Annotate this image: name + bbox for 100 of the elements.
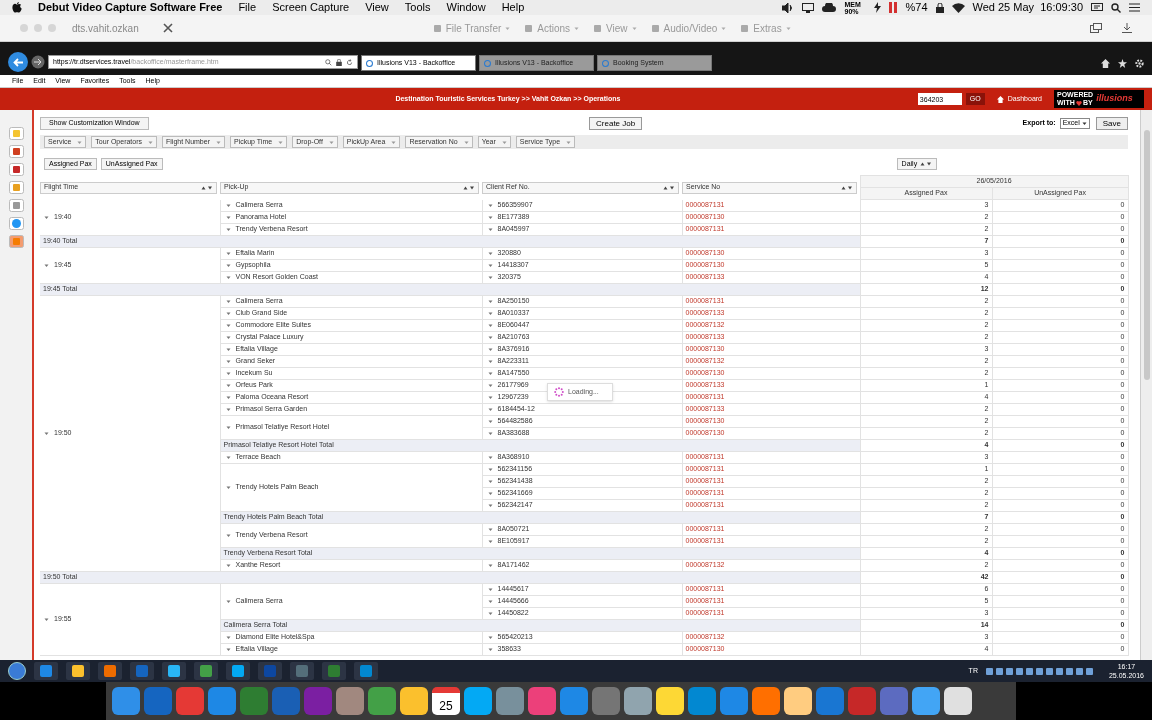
back-button[interactable] [8,52,28,72]
menu-item[interactable]: Window [446,0,486,16]
sidebar-tool-icon[interactable] [8,145,24,158]
dock-app-icon[interactable] [656,687,684,715]
spinner-icon [554,387,564,397]
caret-icon [225,227,231,232]
home-icon[interactable] [1101,59,1110,68]
caret-icon [463,139,469,145]
sidebar-tool-icon[interactable] [8,217,24,230]
taskbar-app-icon[interactable] [194,662,218,680]
dock-app-icon[interactable] [368,687,396,715]
caret-icon [225,335,231,340]
dock-app-icon[interactable] [944,687,972,715]
page-icon [602,59,609,67]
taskbar-app-icon[interactable] [66,662,90,680]
caret-icon [785,25,791,31]
search-icon[interactable] [1111,2,1121,13]
caret-icon [216,139,221,145]
caret-icon [225,202,231,208]
menu-item[interactable]: Screen Capture [272,0,350,16]
caret-icon [487,539,493,544]
sort-icon[interactable] [463,184,475,191]
sort-icon[interactable] [663,184,675,191]
forward-icon[interactable] [31,55,45,69]
caret-icon [225,299,231,304]
save-button[interactable]: Save [1095,116,1128,130]
caret-icon [487,371,493,376]
caret-icon [44,263,49,268]
volume-icon[interactable] [782,2,795,13]
sort-icon[interactable] [840,184,853,191]
caret-icon [44,214,49,220]
calendar-icon[interactable]: 25 [432,687,460,715]
dock-app-icon[interactable] [624,687,652,715]
scrollbar[interactable] [1140,110,1152,660]
taskbar-app-icon[interactable] [162,662,186,680]
sidebar-tool-icon[interactable] [8,199,24,212]
caret-icon [487,491,493,496]
windows-icon[interactable] [1090,23,1102,33]
caret-icon [148,139,154,145]
taskbar-app-icon[interactable] [354,662,378,680]
caret-icon [487,635,493,640]
taskbar-app-icon[interactable] [226,662,250,680]
create-job-button[interactable]: Create Job [589,116,643,130]
caret-icon [225,635,231,640]
caret-icon [487,335,493,340]
app-name[interactable]: Debut Video Capture Software Free [38,0,223,16]
refresh-icon[interactable] [346,58,353,66]
sort-icon[interactable] [201,184,213,191]
menu-item[interactable]: Tools [404,0,431,16]
start-button[interactable] [8,662,26,680]
caret-icon [505,25,511,31]
menu-item[interactable]: File [238,0,257,16]
dock-app-icon[interactable] [784,687,812,715]
back-arrow-icon [12,57,24,67]
dock-app-icon[interactable] [752,687,780,715]
wifi-icon[interactable] [951,2,965,13]
caret-icon [487,251,493,256]
settings-icon[interactable] [1135,59,1144,68]
caret-icon [225,275,231,280]
dock-app-icon[interactable] [464,687,492,715]
dock-app-icon[interactable] [912,687,940,715]
caret-icon [487,419,493,424]
menu-item[interactable]: Help [501,0,525,16]
star-icon[interactable] [1118,59,1127,68]
caret-icon [487,227,493,232]
caret-icon [225,395,231,400]
caret-icon [225,251,231,256]
download-icon[interactable] [1122,23,1132,33]
dock-app-icon[interactable] [336,687,364,715]
close-icon[interactable] [162,23,173,33]
caret-icon [487,263,493,268]
dock-app-icon[interactable] [400,687,428,715]
menu-icon[interactable] [1129,3,1140,12]
toolbar-glyph-icon [740,23,750,33]
caret-icon [278,139,284,145]
caret-icon [631,25,637,31]
lock-icon[interactable] [935,2,944,13]
battery-percent[interactable]: %74 [905,0,928,16]
caret-icon [391,139,397,145]
caret-icon [225,407,231,412]
caret-icon [487,455,493,460]
menu-clock[interactable]: Wed 25 May 16:09:30 [972,0,1083,16]
taskbar-app-icon[interactable] [34,662,58,680]
caret-icon [487,202,493,208]
menu-item[interactable]: View [365,0,389,16]
taskbar-app-icon[interactable] [98,662,122,680]
caret-icon [225,371,231,376]
cloud-icon[interactable] [822,3,837,12]
pause-icon[interactable] [889,2,898,13]
caret-icon [487,395,493,400]
screen-icon[interactable] [802,2,815,13]
page-icon [366,59,373,67]
caret-icon [487,503,493,508]
caret-icon [225,485,231,490]
caret-icon [487,323,493,328]
sort-icon[interactable] [920,161,933,167]
apple-logo-icon[interactable] [12,2,22,13]
notification-icon[interactable] [1091,2,1103,13]
lightning-icon[interactable] [874,2,882,13]
sidebar-tool-icon[interactable] [8,163,24,176]
